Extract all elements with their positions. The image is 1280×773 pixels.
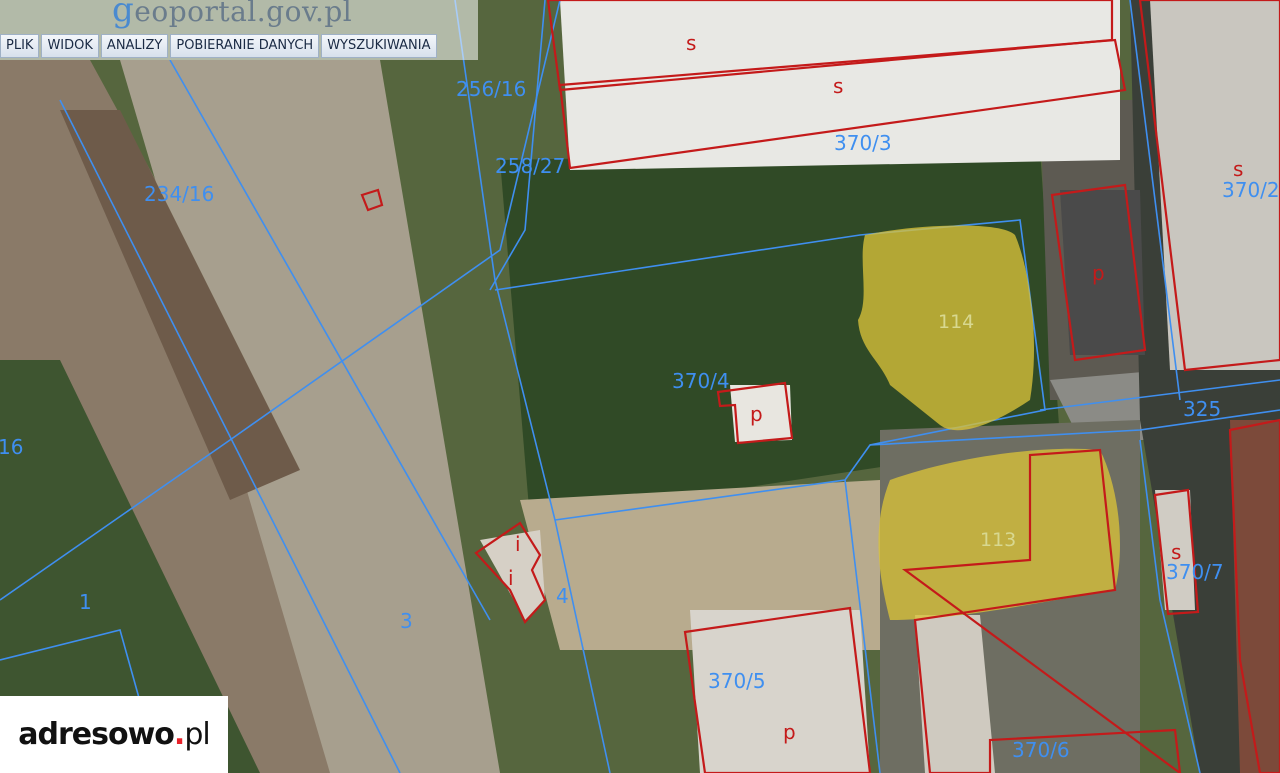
- parcel-label-325: 325: [1183, 397, 1221, 421]
- building-label-p-right: p: [1092, 261, 1105, 285]
- building-label-s-top2: s: [833, 74, 843, 98]
- building-label-i-2: i: [508, 566, 514, 590]
- parcel-label-16: 16: [0, 435, 23, 459]
- menu-pobieranie-danych[interactable]: POBIERANIE DANYCH: [170, 34, 320, 58]
- building-label-p-center: p: [750, 402, 763, 426]
- building-label-s-top1: s: [686, 31, 696, 55]
- parcel-label-370-6: 370/6: [1012, 738, 1070, 762]
- menu-plik[interactable]: PLIK: [0, 34, 40, 58]
- app-header: geoportal.gov.pl PLIK WIDOK ANALIZY POBI…: [0, 0, 478, 60]
- parcel-label-234-16: 234/16: [144, 182, 214, 206]
- menu-analizy[interactable]: ANALIZY: [100, 34, 169, 58]
- main-menu: PLIK WIDOK ANALIZY POBIERANIE DANYCH WYS…: [0, 34, 437, 58]
- adresowo-watermark: adresowo.pl: [0, 696, 228, 773]
- menu-wyszukiwania[interactable]: WYSZUKIWANIA: [321, 34, 437, 58]
- building-label-p-bottom: p: [783, 720, 796, 744]
- parcel-label-258-27: 258/27: [495, 154, 565, 178]
- parcel-label-370-4: 370/4: [672, 369, 730, 393]
- parcel-label-3: 3: [400, 609, 413, 633]
- building-label-s-small: s: [1171, 540, 1181, 564]
- parcel-label-370-3: 370/3: [834, 131, 892, 155]
- parcel-label-256-16: 256/16: [456, 77, 526, 101]
- map-canvas[interactable]: 256/16 258/27 234/16 370/3 370/2 370/4 3…: [0, 0, 1280, 773]
- highlight-label-113: 113: [980, 529, 1016, 551]
- menu-widok[interactable]: WIDOK: [41, 34, 99, 58]
- parcel-label-370-5: 370/5: [708, 669, 766, 693]
- building-label-i-1: i: [515, 532, 521, 556]
- watermark-text: adresowo.pl: [18, 717, 210, 752]
- highlight-label-114: 114: [938, 311, 974, 333]
- parcel-label-4: 4: [556, 584, 569, 608]
- parcel-label-370-2: 370/2: [1222, 178, 1280, 202]
- parcel-label-1: 1: [79, 590, 92, 614]
- geoportal-logo[interactable]: geoportal.gov.pl: [112, 0, 352, 30]
- building-label-s-right: s: [1233, 157, 1243, 181]
